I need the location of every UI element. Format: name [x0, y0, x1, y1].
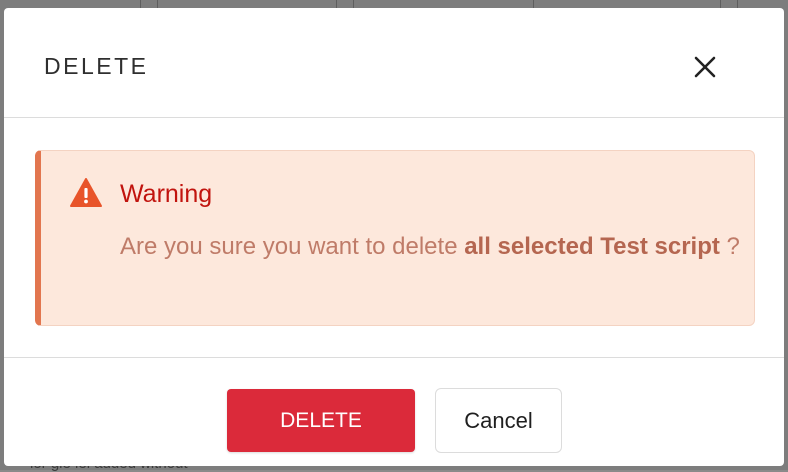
close-button[interactable] — [690, 52, 720, 82]
delete-dialog: DELETE Warning Are you sure you want to … — [4, 8, 784, 466]
dialog-title: DELETE — [44, 53, 149, 79]
warning-title: Warning — [120, 180, 213, 208]
delete-button[interactable]: DELETE — [227, 389, 415, 452]
dialog-footer: DELETE Cancel — [4, 358, 784, 466]
dialog-header: DELETE — [4, 8, 784, 118]
warning-message-prefix: Are you sure you want to delete — [120, 233, 465, 260]
close-icon — [694, 56, 716, 78]
dialog-body: Warning Are you sure you want to delete … — [4, 118, 784, 358]
warning-triangle-icon — [69, 177, 103, 209]
warning-message-suffix: ? — [719, 233, 740, 260]
warning-alert: Warning Are you sure you want to delete … — [35, 150, 755, 326]
cancel-button[interactable]: Cancel — [435, 388, 562, 453]
warning-message: Are you sure you want to delete all sele… — [120, 228, 740, 266]
warning-message-target: all selected Test script — [464, 233, 720, 260]
